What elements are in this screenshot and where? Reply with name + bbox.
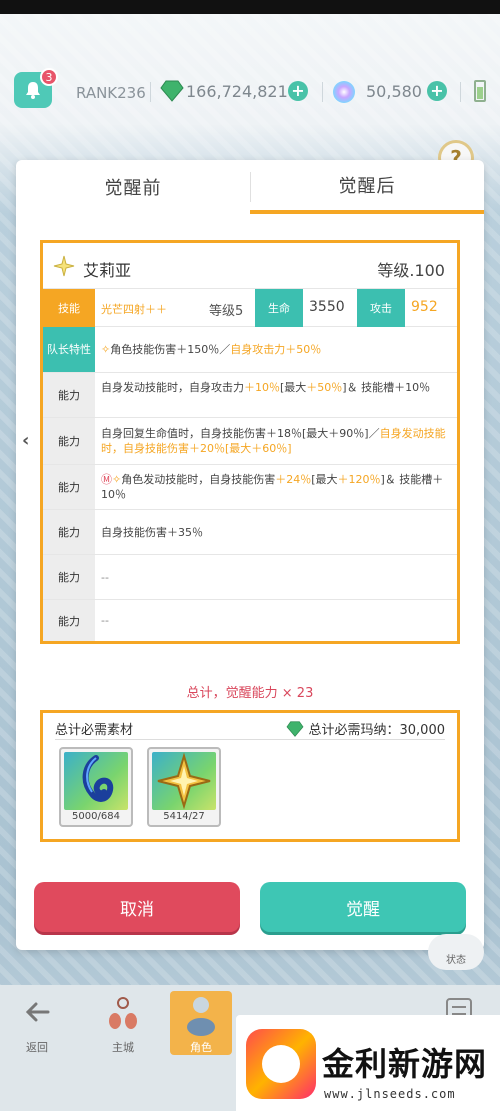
status-chip[interactable]: 状态 xyxy=(428,934,484,970)
total-awaken-line: 总计，觉醒能力 × 23 xyxy=(186,686,314,701)
chevron-left-icon[interactable]: ‹ xyxy=(22,430,29,451)
sparkle-icon: ✧ xyxy=(101,343,111,356)
material-gold-star[interactable]: 5414/27 xyxy=(147,747,221,827)
atk-value: 952 xyxy=(411,299,438,315)
ability-part: ＋120％ xyxy=(337,473,381,486)
gem-count: 166,724,821 xyxy=(186,82,288,101)
leader-trait-label: 队长特性 xyxy=(43,327,95,372)
materials-title: 总计必需素材 xyxy=(55,723,134,738)
orb-count: 50,580 xyxy=(366,82,422,101)
ability-part: 自身回复生命值时，自身技能伤害＋18％[最大＋90％]／ xyxy=(101,427,380,440)
material-count: 5000/684 xyxy=(72,811,120,822)
cancel-button[interactable]: 取消 xyxy=(34,882,240,932)
nav-back[interactable]: 返回 xyxy=(6,991,68,1055)
ability-part: ]＆ 技能槽＋10％ xyxy=(342,381,431,394)
ability-row: 能力 自身发动技能时，自身攻击力＋10％[最大＋50％]＆ 技能槽＋10％ xyxy=(43,373,457,418)
ability-part: ＋50％ xyxy=(306,381,343,394)
ability-label: 能力 xyxy=(43,373,95,417)
skill-name: 光芒四射＋＋ xyxy=(101,303,167,316)
sparkle-icon xyxy=(53,255,75,277)
mana-cost-text: 总计必需玛纳：30,000 xyxy=(308,723,446,738)
leader-trait-text: ✧角色技能伤害＋150％／自身攻击力＋50％ xyxy=(101,342,451,357)
material-blue-crystal[interactable]: 5000/684 xyxy=(59,747,133,827)
skill-level: 等级5 xyxy=(209,304,244,319)
ability-row: 能力 自身技能伤害＋35％ xyxy=(43,510,457,555)
ability-part: 角色发动技能时，自身技能伤害 xyxy=(121,473,276,486)
divider xyxy=(55,739,445,740)
green-gem-icon xyxy=(160,80,184,102)
divider xyxy=(150,82,151,102)
gold-star-icon xyxy=(152,752,216,810)
stat-row: 技能 光芒四射＋＋ 等级5 生命 3550 攻击 952 xyxy=(43,289,457,327)
ability-label: 能力 xyxy=(43,510,95,554)
add-gems-button[interactable]: + xyxy=(288,81,308,101)
leader-trait-part: 自身攻击力＋50％ xyxy=(230,343,322,356)
add-orbs-button[interactable]: + xyxy=(427,81,447,101)
divider xyxy=(322,82,323,102)
back-arrow-icon xyxy=(25,1002,50,1022)
character-level: 等级.100 xyxy=(377,261,445,280)
character-header: 艾莉亚 等级.100 xyxy=(43,243,457,289)
blue-crystal-icon xyxy=(64,752,128,810)
ability-label: 能力 xyxy=(43,465,95,509)
ability-part: ＋10％ xyxy=(244,381,280,394)
leader-trait-part: 角色技能伤害＋150％／ xyxy=(110,343,231,356)
battery-icon xyxy=(474,80,486,102)
watermark-url: www.jlnseeds.com xyxy=(324,1087,456,1101)
nav-main-city[interactable]: 主城 xyxy=(92,991,154,1055)
tab-before-awaken[interactable]: 觉醒前 xyxy=(16,160,250,214)
divider xyxy=(460,82,461,102)
ability-part: 自身发动技能时，自身攻击力 xyxy=(101,381,244,394)
notification-badge: 3 xyxy=(40,68,58,86)
materials-box: 总计必需素材 总计必需玛纳：30,000 5000/684 5414/27 xyxy=(40,710,460,842)
ability-row: 能力 自身回复生命值时，自身技能伤害＋18％[最大＋90％]／自身发动技能时，自… xyxy=(43,418,457,465)
ability-label: 能力 xyxy=(43,555,95,599)
ability-label: 能力 xyxy=(43,600,95,641)
watermark-title: 金利新游网 xyxy=(322,1045,488,1083)
atk-label: 攻击 xyxy=(357,289,405,327)
ability-row: 能力 -- xyxy=(43,555,457,600)
ability-text: -- xyxy=(101,571,109,584)
ability-label: 能力 xyxy=(43,418,95,464)
tab-bar: 觉醒前 觉醒后 xyxy=(16,160,484,214)
hp-label: 生命 xyxy=(255,289,303,327)
ability-text: -- xyxy=(101,614,109,627)
hp-value: 3550 xyxy=(309,299,345,315)
nav-label: 主城 xyxy=(112,1041,134,1054)
character-name: 艾莉亚 xyxy=(83,261,132,280)
top-bar: 3 RANK236 166,724,821 + 50,580 + xyxy=(0,60,500,122)
sparkle-icon: ✧ xyxy=(112,473,122,486)
ability-text: 自身发动技能时，自身攻击力＋10％[最大＋50％]＆ 技能槽＋10％ xyxy=(101,380,451,395)
ability-row: 能力 -- xyxy=(43,600,457,641)
ability-row: 能力 Ⓜ✧角色发动技能时，自身技能伤害＋24％[最大＋120％]＆ 技能槽＋10… xyxy=(43,465,457,510)
tab-after-awaken[interactable]: 觉醒后 xyxy=(250,160,484,214)
ability-part: ＋24％ xyxy=(275,473,312,486)
character-card: 艾莉亚 等级.100 技能 光芒四射＋＋ 等级5 生命 3550 攻击 952 … xyxy=(40,240,460,644)
skill-label: 技能 xyxy=(43,289,95,327)
rainbow-orb-icon xyxy=(333,81,355,103)
bell-icon xyxy=(26,82,40,99)
mana-cost: 总计必需玛纳：30,000 xyxy=(286,719,445,738)
ability-part: [最大 xyxy=(280,381,307,394)
city-icon xyxy=(109,997,137,1029)
rank-label: RANK236 xyxy=(76,84,146,102)
ability-text: Ⓜ✧角色发动技能时，自身技能伤害＋24％[最大＋120％]＆ 技能槽＋10％ xyxy=(101,472,451,502)
material-count: 5414/27 xyxy=(163,811,205,822)
watermark-logo-icon xyxy=(246,1029,316,1099)
status-strip xyxy=(0,0,500,14)
ability-text: 自身技能伤害＋35％ xyxy=(101,526,203,539)
awaken-button[interactable]: 觉醒 xyxy=(260,882,466,932)
nav-character[interactable]: 角色 xyxy=(170,991,232,1055)
nav-label: 角色 xyxy=(190,1041,212,1054)
mana-m-icon: Ⓜ xyxy=(101,473,112,486)
nav-label: 返回 xyxy=(26,1041,48,1054)
ability-text: 自身回复生命值时，自身技能伤害＋18％[最大＋90％]／自身发动技能时，自身技能… xyxy=(101,426,451,456)
leader-trait-row: 队长特性 ✧角色技能伤害＋150％／自身攻击力＋50％ xyxy=(43,327,457,373)
ability-part: [最大 xyxy=(311,473,338,486)
watermark: 金利新游网 www.jlnseeds.com xyxy=(236,1015,500,1111)
green-gem-icon xyxy=(286,721,304,737)
character-icon xyxy=(187,997,215,1036)
